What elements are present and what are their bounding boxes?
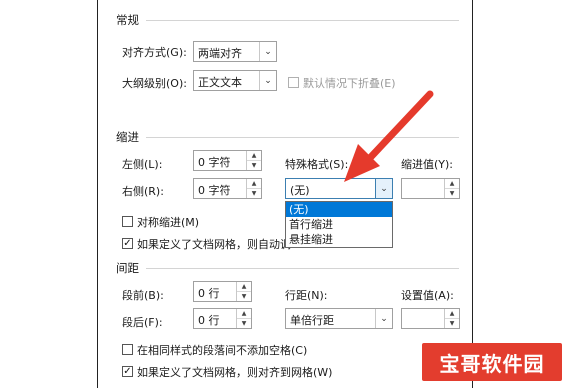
spin-arrows[interactable]: ▲ ▼ — [246, 151, 261, 170]
space-before-label: 段前(B): — [122, 289, 164, 302]
spin-up-icon[interactable]: ▲ — [445, 309, 459, 319]
mirror-indent-checkbox[interactable] — [122, 216, 133, 227]
special-indent-dropdown-list[interactable]: (无) 首行缩进 悬挂缩进 — [285, 201, 393, 248]
spin-up-icon[interactable]: ▲ — [247, 179, 261, 189]
dropdown-option-none[interactable]: (无) — [286, 202, 392, 217]
auto-adjust-grid-checkbox[interactable]: ✓ — [122, 238, 133, 249]
space-after-spinner[interactable]: 0 行 ▲ ▼ — [193, 308, 252, 329]
indent-section-title: 缩进 — [116, 130, 139, 144]
spin-arrows[interactable]: ▲ ▼ — [246, 179, 261, 198]
auto-adjust-grid-label: 如果定义了文档网格，则自动调 — [137, 238, 291, 251]
no-space-same-style-label: 在相同样式的段落间不添加空格(C) — [137, 344, 308, 357]
spin-down-icon[interactable]: ▼ — [247, 189, 261, 198]
spin-arrows[interactable]: ▲ ▼ — [444, 179, 459, 198]
spin-up-icon[interactable]: ▲ — [247, 151, 261, 161]
spin-arrows[interactable]: ▲ ▼ — [236, 282, 251, 301]
space-before-value: 0 行 — [198, 287, 220, 300]
right-indent-value: 0 字符 — [198, 184, 231, 197]
chevron-down-icon: ⌄ — [375, 309, 392, 328]
special-indent-label: 特殊格式(S): — [285, 158, 349, 171]
no-space-same-style-checkbox[interactable] — [122, 344, 133, 355]
general-section-title: 常规 — [116, 13, 139, 27]
alignment-value: 两端对齐 — [198, 47, 242, 60]
watermark-logo: 宝哥软件园 — [422, 343, 562, 381]
spacing-divider — [146, 268, 459, 269]
spin-down-icon[interactable]: ▼ — [445, 189, 459, 198]
spin-down-icon[interactable]: ▼ — [445, 319, 459, 328]
chevron-down-icon: ⌄ — [259, 42, 276, 61]
outline-level-select[interactable]: 正文文本 ⌄ — [193, 70, 277, 91]
snap-to-grid-label: 如果定义了文档网格，则对齐到网格(W) — [137, 366, 333, 379]
spin-up-icon[interactable]: ▲ — [237, 282, 251, 292]
chevron-down-icon: ⌄ — [259, 71, 276, 90]
general-divider — [146, 20, 459, 21]
special-indent-select[interactable]: (无) ⌄ — [285, 178, 393, 199]
outline-level-label: 大纲级别(O): — [122, 77, 187, 90]
spin-up-icon[interactable]: ▲ — [237, 309, 251, 319]
right-indent-label: 右侧(R): — [122, 185, 164, 198]
chevron-down-icon: ⌄ — [375, 179, 392, 198]
indent-by-label: 缩进值(Y): — [401, 158, 454, 171]
left-indent-value: 0 字符 — [198, 156, 231, 169]
spacing-section-title: 间距 — [116, 261, 139, 275]
indent-divider — [146, 137, 459, 138]
line-spacing-label: 行距(N): — [285, 289, 328, 302]
mirror-indent-label: 对称缩进(M) — [137, 216, 200, 229]
spin-arrows[interactable]: ▲ ▼ — [444, 309, 459, 328]
indent-by-spinner[interactable]: ▲ ▼ — [401, 178, 460, 199]
right-frame-border — [472, 0, 473, 388]
line-spacing-value: 单倍行距 — [290, 314, 334, 327]
alignment-select[interactable]: 两端对齐 ⌄ — [193, 41, 277, 62]
paragraph-dialog: 常规 对齐方式(G): 两端对齐 ⌄ 大纲级别(O): 正文文本 ⌄ 默认情况下… — [104, 0, 469, 388]
spin-down-icon[interactable]: ▼ — [237, 292, 251, 301]
right-indent-spinner[interactable]: 0 字符 ▲ ▼ — [193, 178, 262, 199]
left-indent-label: 左侧(L): — [122, 158, 163, 171]
left-indent-spinner[interactable]: 0 字符 ▲ ▼ — [193, 150, 262, 171]
alignment-label: 对齐方式(G): — [122, 46, 187, 59]
space-before-spinner[interactable]: 0 行 ▲ ▼ — [193, 281, 252, 302]
space-after-value: 0 行 — [198, 314, 220, 327]
left-frame-border — [97, 0, 98, 388]
spin-up-icon[interactable]: ▲ — [445, 179, 459, 189]
collapse-label: 默认情况下折叠(E) — [303, 77, 396, 90]
spacing-at-label: 设置值(A): — [401, 289, 454, 302]
spacing-at-spinner[interactable]: ▲ ▼ — [401, 308, 460, 329]
spin-arrows[interactable]: ▲ ▼ — [236, 309, 251, 328]
line-spacing-select[interactable]: 单倍行距 ⌄ — [285, 308, 393, 329]
space-after-label: 段后(F): — [122, 316, 163, 329]
dropdown-option-first-line[interactable]: 首行缩进 — [286, 217, 392, 232]
outline-level-value: 正文文本 — [198, 76, 242, 89]
dropdown-option-hanging[interactable]: 悬挂缩进 — [286, 232, 392, 247]
snap-to-grid-checkbox[interactable]: ✓ — [122, 366, 133, 377]
spin-down-icon[interactable]: ▼ — [237, 319, 251, 328]
collapse-checkbox[interactable] — [288, 77, 299, 88]
spin-down-icon[interactable]: ▼ — [247, 161, 261, 170]
special-indent-value: (无) — [290, 184, 310, 197]
